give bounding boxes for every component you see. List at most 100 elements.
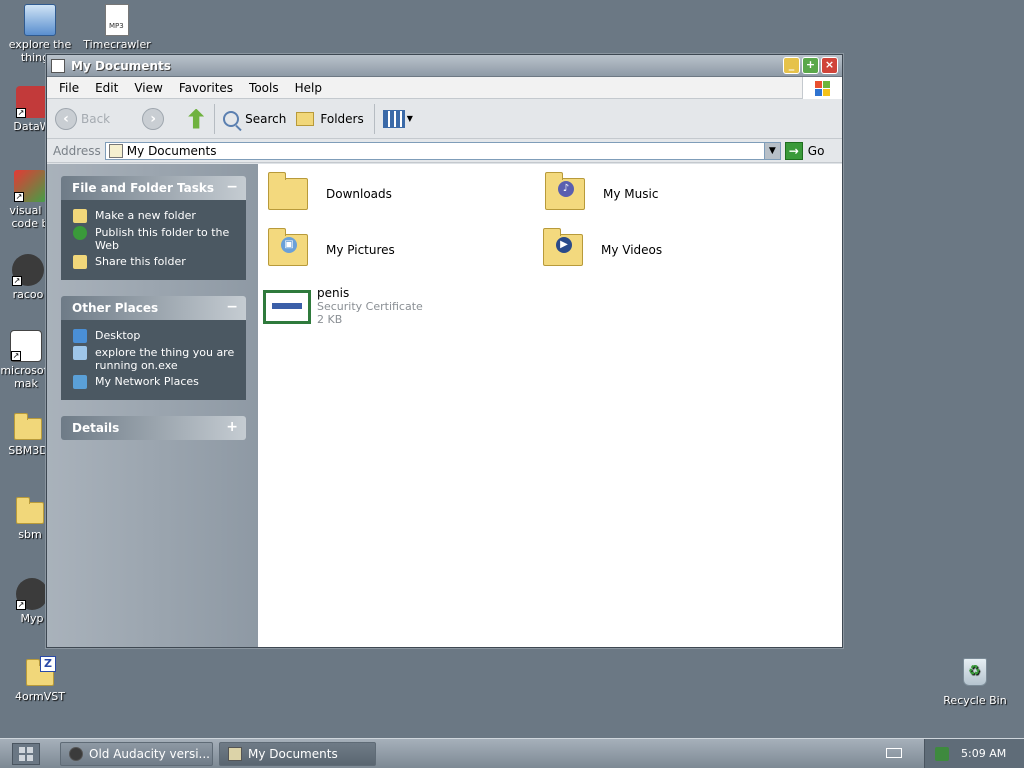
search-icon: [223, 110, 240, 127]
desktop-icon-label: Timecrawler: [83, 38, 151, 51]
address-input[interactable]: My Documents ▼: [104, 141, 781, 160]
task-label: Make a new folder: [95, 209, 196, 222]
file-size: 2 KB: [317, 313, 343, 326]
computer-icon: [24, 4, 56, 36]
explorer-window[interactable]: My Documents _ + × File Edit View Favori…: [46, 54, 843, 648]
title-bar[interactable]: My Documents _ + ×: [47, 55, 842, 77]
menu-favorites[interactable]: Favorites: [171, 81, 241, 95]
folder-icon: [268, 172, 308, 210]
expand-icon[interactable]: +: [226, 419, 238, 435]
keyboard-icon[interactable]: [886, 748, 902, 758]
clock[interactable]: 5:09 AM: [961, 747, 1006, 760]
up-folder-button[interactable]: [188, 108, 205, 129]
collapse-icon[interactable]: −: [226, 299, 238, 315]
toolbar-separator: [373, 103, 375, 134]
task-make-new-folder[interactable]: Make a new folder: [73, 209, 240, 223]
details-panel: Details +: [61, 416, 246, 440]
file-item-my-videos[interactable]: ▶ My Videos: [543, 228, 662, 266]
zip-badge: Z: [40, 656, 56, 672]
taskbar-item-my-documents[interactable]: My Documents: [219, 741, 376, 766]
place-network[interactable]: My Network Places: [73, 375, 240, 389]
go-arrow-icon: →: [784, 141, 803, 160]
file-name: penis: [317, 286, 350, 300]
start-button[interactable]: [12, 742, 40, 765]
views-button[interactable]: ▼: [382, 109, 413, 128]
file-meta: penis Security Certificate 2 KB: [317, 286, 423, 327]
my-documents-icon: [51, 58, 65, 73]
folders-button[interactable]: Folders: [296, 111, 364, 126]
videos-folder-icon: ▶: [543, 228, 583, 266]
task-label: Publish this folder to the Web: [95, 226, 230, 252]
search-button[interactable]: Search: [223, 110, 287, 127]
menu-help[interactable]: Help: [287, 81, 330, 95]
place-desktop[interactable]: Desktop: [73, 329, 240, 343]
task-label: My Documents: [248, 746, 338, 761]
file-folder-tasks-title: File and Folder Tasks: [72, 181, 215, 195]
desktop-icon-recycle-bin[interactable]: Recycle Bin: [935, 658, 1015, 707]
place-label: My Network Places: [95, 375, 199, 388]
collapse-icon[interactable]: −: [226, 179, 238, 195]
taskbar-item-audacity[interactable]: Old Audacity versi...: [60, 741, 213, 766]
network-tray-icon[interactable]: [935, 746, 949, 761]
desktop-icon: [73, 329, 87, 343]
views-icon: [382, 109, 405, 128]
other-places-body: Desktop explore the thing you are runnin…: [61, 320, 246, 400]
other-places-panel: Other Places − Desktop explore the thing…: [61, 296, 246, 400]
mp3-badge: MP3: [109, 22, 124, 30]
task-label: Share this folder: [95, 255, 186, 268]
toolbar-separator: [214, 103, 216, 134]
search-label: Search: [245, 111, 287, 126]
file-item-my-music[interactable]: ♪ My Music: [545, 172, 659, 210]
pictures-folder-icon: ▣: [268, 228, 308, 266]
go-button[interactable]: → Go: [784, 141, 824, 160]
other-places-title: Other Places: [72, 301, 159, 315]
my-documents-icon: [228, 746, 242, 761]
maximize-button[interactable]: +: [802, 57, 819, 74]
my-documents-icon: [108, 143, 123, 158]
file-item-downloads[interactable]: Downloads: [268, 172, 392, 210]
shortcut-icon: ↗: [10, 330, 42, 362]
address-label: Address: [53, 143, 101, 158]
place-label: Desktop: [95, 329, 141, 342]
task-publish-web[interactable]: Publish this folder to the Web: [73, 226, 240, 252]
desktop-icon-label: 4ormVST: [15, 690, 65, 703]
windows-logo-icon: [802, 77, 842, 99]
shortcut-icon: ↗: [14, 170, 46, 202]
desktop-icon-4ormvst[interactable]: Z 4ormVST: [0, 656, 80, 703]
music-folder-icon: ♪: [545, 172, 585, 210]
menu-bar: File Edit View Favorites Tools Help: [47, 77, 842, 99]
desktop-icon-label: Recycle Bin: [943, 694, 1007, 707]
recycle-bin-icon: [963, 658, 987, 686]
file-item-certificate[interactable]: penis Security Certificate 2 KB: [263, 287, 423, 326]
forward-arrow-icon: ›: [142, 107, 165, 130]
system-tray: 5:09 AM: [924, 739, 1024, 768]
folders-label: Folders: [320, 111, 364, 126]
toolbar: ‹ Back › Search Folders ▼: [47, 99, 842, 139]
close-button[interactable]: ×: [821, 57, 838, 74]
back-label: Back: [81, 111, 111, 126]
other-places-header[interactable]: Other Places −: [61, 296, 246, 320]
desktop-icon-timecrawler[interactable]: MP3 Timecrawler: [77, 4, 157, 51]
shortcut-icon: ↗: [16, 86, 48, 118]
file-item-my-pictures[interactable]: ▣ My Pictures: [268, 228, 395, 266]
details-header[interactable]: Details +: [61, 416, 246, 440]
forward-button[interactable]: ›: [142, 107, 165, 130]
place-label: explore the thing you are running on.exe: [95, 346, 235, 372]
back-button[interactable]: ‹ Back: [55, 107, 111, 130]
address-bar: Address My Documents ▼ → Go: [47, 139, 842, 163]
address-dropdown-button[interactable]: ▼: [763, 142, 780, 159]
minimize-button[interactable]: _: [783, 57, 800, 74]
mp3-file-icon: MP3: [105, 4, 129, 36]
task-share-folder[interactable]: Share this folder: [73, 255, 240, 269]
menu-file[interactable]: File: [51, 81, 87, 95]
file-folder-tasks-header[interactable]: File and Folder Tasks −: [61, 176, 246, 200]
computer-icon: [73, 346, 87, 360]
menu-view[interactable]: View: [126, 81, 170, 95]
details-title: Details: [72, 421, 120, 435]
publish-web-icon: [73, 226, 87, 240]
file-name: My Music: [603, 187, 659, 201]
shortcut-icon: ↗: [16, 578, 48, 610]
place-explore-exe[interactable]: explore the thing you are running on.exe: [73, 346, 240, 372]
menu-edit[interactable]: Edit: [87, 81, 126, 95]
menu-tools[interactable]: Tools: [241, 81, 287, 95]
